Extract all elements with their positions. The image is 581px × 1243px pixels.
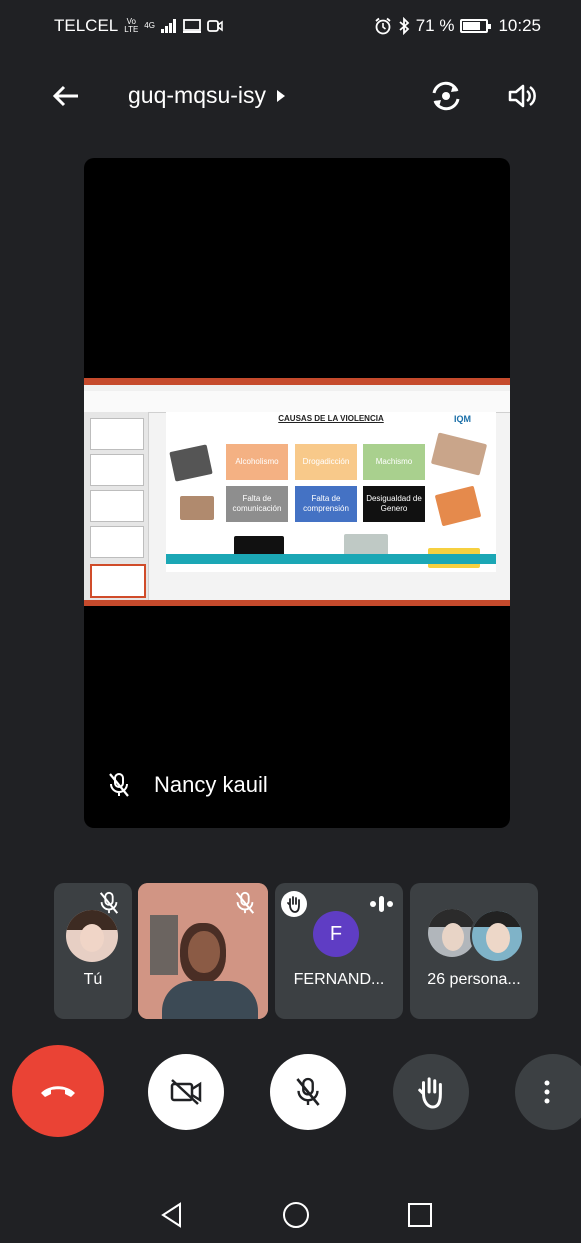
raised-hand-badge [281,891,307,917]
cause-box-desigualdad: Desigualdad de Genero [363,486,425,522]
mic-toggle-button[interactable] [270,1054,346,1130]
status-bar: TELCEL Vo LTE 4G 71 % 10:25 [0,0,581,52]
nav-recents-button[interactable] [400,1195,440,1235]
switch-camera-icon [432,81,460,111]
clock-time: 10:25 [498,16,541,35]
video-off-icon [170,1079,202,1105]
back-button[interactable] [44,76,88,116]
participant-name: Tú [83,971,103,988]
hand-icon [418,1077,442,1109]
slide: CAUSAS DE LA VIOLENCIA IQM Alcoholismo D… [166,412,496,572]
speaker-name: Nancy kauil [154,772,268,797]
participant-tile-others[interactable]: 26 persona... [410,883,538,1019]
slide-thumbnails [84,412,149,600]
more-options-button[interactable] [515,1054,581,1130]
audio-level-icon [370,896,393,912]
slide-image [434,485,482,527]
carrier-label: TELCEL [54,16,119,35]
cause-box-drogadiccion: Drogadicción [295,444,357,480]
main-speaker-tile[interactable]: CAUSAS DE LA VIOLENCIA IQM Alcoholismo D… [84,158,510,828]
end-call-button[interactable] [12,1045,104,1137]
audio-output-button[interactable] [500,76,544,116]
cast-screen-icon [182,19,201,33]
participant-count: 26 persona... [427,971,521,988]
cause-label: Alcoholismo [235,457,279,466]
avatar [428,909,476,957]
mic-off-icon [235,891,255,914]
status-left: TELCEL Vo LTE 4G [54,16,223,36]
participant-name: FERNAND... [293,971,385,988]
slide-thumbnail [90,418,144,450]
cause-label: Falta de comprensión [303,494,349,513]
presentation-status-bar [84,600,510,606]
cause-box-falta-comprension: Falta de comprensión [295,486,357,522]
volte-indicator: Vo LTE [124,17,139,34]
status-right: 71 % 10:25 [374,16,541,36]
avatar [66,910,118,962]
speaker-label: Nancy kauil [108,772,268,798]
slide-image [234,536,284,556]
nav-back-icon [161,1202,181,1228]
mic-off-icon [296,1077,320,1106]
slide-thumbnail [90,490,144,522]
caret-right-icon [277,89,286,102]
nav-home-icon [283,1202,309,1228]
slide-footer-bar [166,554,496,564]
participant-tile-self[interactable]: Tú [54,883,132,1019]
arrow-left-icon [52,85,78,107]
slide-thumbnail [90,526,144,558]
alarm-icon [375,17,391,35]
switch-camera-button[interactable] [424,76,468,116]
meeting-info-button[interactable]: guq-mqsu-isy [128,82,286,109]
slide-title: CAUSAS DE LA VIOLENCIA [278,414,384,423]
mic-off-icon [109,773,129,797]
more-vert-icon [544,1080,550,1104]
presentation-ribbon [84,378,510,413]
cause-box-machismo: Machismo [363,444,425,480]
shared-screen: CAUSAS DE LA VIOLENCIA IQM Alcoholismo D… [84,378,510,606]
slide-thumbnail-active [90,564,146,598]
battery-percent: 71 % [415,16,455,35]
participant-tile-video[interactable] [138,883,268,1019]
slide-logo: IQM [454,414,471,424]
cause-label: Machismo [375,457,413,466]
video-status-icon [207,20,223,32]
cause-label: Falta de comunicación [232,494,282,513]
nav-back-button[interactable] [152,1195,192,1235]
cause-box-falta-comunicacion: Falta de comunicación [226,486,288,522]
cause-box-alcoholismo: Alcoholismo [226,444,288,480]
meeting-code: guq-mqsu-isy [128,82,267,108]
participant-tile-fernand[interactable]: F FERNAND... [275,883,403,1019]
signal-icon [160,19,176,33]
camera-toggle-button[interactable] [148,1054,224,1130]
slide-image [169,444,213,482]
battery-icon [460,19,492,33]
slide-image [430,432,488,476]
slide-image [180,496,214,520]
nav-recents-icon [408,1203,432,1227]
hand-icon [287,896,300,913]
bluetooth-icon [399,17,410,35]
speaker-icon [508,84,536,108]
network-type-label: 4G [144,21,155,30]
avatar [470,909,524,963]
cause-label: Desigualdad de Genero [366,494,422,513]
nav-home-button[interactable] [276,1195,316,1235]
phone-hangup-icon [41,1086,75,1097]
slide-image [344,534,388,556]
battery-level [463,22,481,30]
slide-thumbnail [90,454,144,486]
cause-label: Drogadicción [302,457,350,466]
avatar: F [313,911,359,957]
raise-hand-button[interactable] [393,1054,469,1130]
